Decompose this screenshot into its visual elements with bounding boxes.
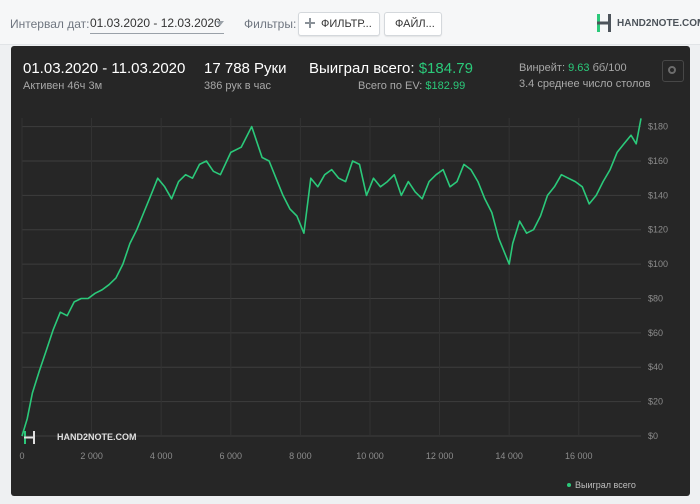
- series-line-won-total: [21, 118, 642, 437]
- watermark-logo-bar: [24, 436, 35, 439]
- logo-text: HAND2NOTE.COM: [617, 18, 700, 29]
- toolbar: Интервал дат: 01.03.2020 - 12.03.2020 Фи…: [0, 0, 700, 45]
- x-tick-label: 12 000: [426, 451, 454, 461]
- chevron-down-icon: [216, 21, 224, 26]
- y-tick-label: $20: [648, 397, 663, 407]
- chart-grid: [21, 118, 641, 437]
- x-tick-label: 10 000: [356, 451, 384, 461]
- x-tick-label: 8 000: [289, 451, 312, 461]
- y-tick-label: $100: [648, 259, 668, 269]
- x-tick-label: 0: [19, 451, 24, 461]
- y-tick-label: $60: [648, 328, 663, 338]
- plus-icon: [305, 18, 315, 28]
- y-tick-label: $180: [648, 122, 668, 132]
- file-button-label: ФАЙЛ...: [395, 18, 435, 30]
- y-tick-label: $40: [648, 362, 663, 372]
- x-tick-label: 6 000: [220, 451, 243, 461]
- file-button[interactable]: ФАЙЛ...: [384, 12, 442, 36]
- x-tick-label: 4 000: [150, 451, 173, 461]
- date-interval-select[interactable]: 01.03.2020 - 12.03.2020: [90, 15, 224, 34]
- date-interval-label: Интервал дат:: [10, 17, 90, 31]
- logo-icon: [597, 14, 611, 32]
- y-tick-label: $80: [648, 293, 663, 303]
- filter-button[interactable]: ФИЛЬТР...: [298, 12, 380, 36]
- x-axis-ticks: 0 2 000 4 000 6 000 8 000 10 000 12 000 14 000 1…: [19, 451, 592, 461]
- y-tick-label: $160: [648, 156, 668, 166]
- y-tick-label: $120: [648, 225, 668, 235]
- filter-button-label: ФИЛЬТР...: [321, 18, 372, 30]
- legend-marker: [567, 483, 571, 487]
- x-tick-label: 2 000: [80, 451, 103, 461]
- winnings-chart: $0 $20 $40 $60 $80 $100 $120 $140 $160 $180 0 2 00…: [19, 118, 668, 490]
- y-axis-ticks: $0 $20 $40 $60 $80 $100 $120 $140 $160 $180: [648, 122, 668, 441]
- legend-label: Выиграл всего: [575, 480, 636, 490]
- filters-label: Фильтры:: [244, 17, 297, 31]
- watermark-text: HAND2NOTE.COM: [57, 432, 137, 442]
- x-tick-label: 16 000: [565, 451, 593, 461]
- chart-watermark: HAND2NOTE.COM: [24, 431, 137, 444]
- x-tick-label: 14 000: [495, 451, 523, 461]
- y-tick-label: $140: [648, 190, 668, 200]
- date-interval-value: 01.03.2020 - 12.03.2020: [90, 16, 221, 30]
- results-panel: 01.03.2020 - 11.03.2020 Активен 46ч 3м 1…: [11, 46, 690, 496]
- y-tick-label: $0: [648, 431, 658, 441]
- chart-legend[interactable]: Выиграл всего: [567, 480, 636, 490]
